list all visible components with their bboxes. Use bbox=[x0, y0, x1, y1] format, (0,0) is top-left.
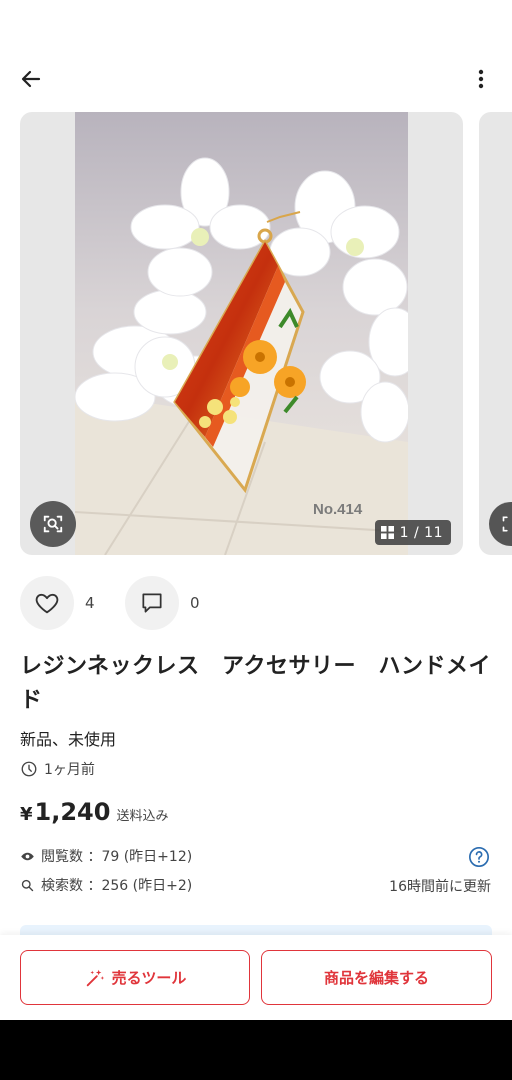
eye-icon bbox=[21, 852, 34, 860]
grid-icon bbox=[380, 526, 394, 539]
posted-time: 1ヶ月前 bbox=[20, 759, 95, 779]
like-button[interactable] bbox=[20, 576, 74, 630]
image-counter-text: 1 / 11 bbox=[399, 524, 443, 541]
back-button[interactable] bbox=[14, 62, 48, 96]
edit-item-label: 商品を編集する bbox=[323, 969, 429, 987]
product-condition: 新品、未使用 bbox=[20, 730, 117, 749]
next-image-preview[interactable] bbox=[479, 112, 512, 555]
arrow-left-icon bbox=[21, 70, 41, 88]
search-icon bbox=[21, 879, 34, 891]
clock-icon bbox=[21, 761, 37, 777]
updated-time: 16時間前に更新 bbox=[389, 879, 491, 895]
system-navigation-bar bbox=[0, 1020, 512, 1080]
magic-wand-icon bbox=[86, 969, 104, 986]
views-text: 閲覧数 ：79 (昨日+12) bbox=[41, 849, 193, 865]
help-button[interactable] bbox=[467, 845, 491, 869]
image-search-button[interactable] bbox=[30, 501, 76, 547]
app-bar bbox=[0, 56, 512, 100]
comment-icon bbox=[142, 593, 162, 613]
search-stat: 検索数 ：256 (昨日+2) bbox=[20, 875, 192, 895]
views-stat: 閲覧数 ：79 (昨日+12) bbox=[20, 846, 192, 866]
likes-count: 4 bbox=[85, 594, 95, 612]
more-vertical-icon bbox=[478, 69, 484, 89]
social-actions: 4 0 bbox=[20, 576, 220, 630]
photo-label: No.414 bbox=[313, 501, 363, 518]
price-currency: ¥ bbox=[20, 804, 33, 825]
sell-tools-label: 売るツール bbox=[111, 969, 187, 987]
product-detail-screen: No.414 1 / 11 4 0 レジンネックレス アクセサリー ハンドメイド… bbox=[0, 0, 512, 1020]
image-search-icon bbox=[502, 516, 508, 532]
product-photo[interactable]: No.414 bbox=[75, 112, 408, 555]
search-text: 検索数 ：256 (昨日+2) bbox=[41, 878, 193, 894]
more-options-button[interactable] bbox=[464, 62, 498, 96]
edit-item-button[interactable]: 商品を編集する bbox=[261, 950, 492, 1005]
help-circle-icon bbox=[469, 847, 489, 867]
price: ¥ 1,240 送料込み bbox=[20, 798, 168, 826]
product-image-gallery[interactable]: No.414 1 / 11 bbox=[20, 112, 463, 555]
comment-button[interactable] bbox=[125, 576, 179, 630]
next-image-search-button[interactable] bbox=[489, 502, 512, 546]
comments-count: 0 bbox=[190, 594, 200, 612]
image-search-icon bbox=[43, 515, 63, 533]
price-value: 1,240 bbox=[34, 798, 111, 826]
shipping-note: 送料込み bbox=[116, 809, 169, 824]
image-counter: 1 / 11 bbox=[374, 520, 451, 545]
heart-icon bbox=[35, 593, 59, 614]
product-title: レジンネックレス アクセサリー ハンドメイド bbox=[20, 654, 491, 713]
bottom-action-bar: 売るツール 商品を編集する bbox=[0, 935, 512, 1020]
sell-tools-button[interactable]: 売るツール bbox=[20, 950, 250, 1005]
posted-time-text: 1ヶ月前 bbox=[44, 762, 95, 778]
